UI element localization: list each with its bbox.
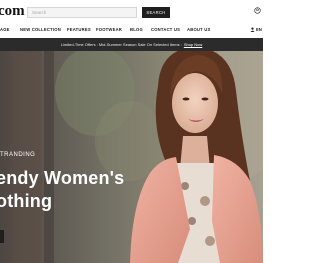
hero-image	[0, 51, 263, 263]
hero-shop-button[interactable]	[0, 230, 4, 243]
nav-account-label[interactable]: EN	[256, 27, 262, 32]
announcement-bar: Limited-Time Offers : Mid-Summer Season …	[0, 38, 263, 51]
main-nav: AGE NEW COLLECTION FEATURES FOOTWEAR BLO…	[0, 24, 263, 35]
hero-tagline: TRANDING	[0, 152, 36, 158]
hero-title-line1: endy Women's	[0, 168, 125, 188]
hero-banner: TRANDING endy Women's othing	[0, 51, 263, 263]
nav-item-age[interactable]: AGE	[0, 27, 10, 32]
hero-title-line2: othing	[0, 191, 53, 211]
nav-item-about-us[interactable]: ABOUT US	[187, 27, 210, 32]
search-input[interactable]	[27, 7, 137, 18]
nav-item-footwear[interactable]: FOOTWEAR	[96, 27, 122, 32]
account-icon[interactable]	[254, 7, 261, 14]
nav-item-features[interactable]: FEATURES	[67, 27, 91, 32]
site-header: com SEARCH	[0, 0, 263, 22]
nav-item-blog[interactable]: BLOG	[130, 27, 143, 32]
shop-now-link[interactable]: Shop Now	[184, 42, 202, 47]
nav-item-contact-us[interactable]: CONTACT US	[151, 27, 180, 32]
search-button[interactable]: SEARCH	[142, 7, 170, 18]
nav-item-new-collection[interactable]: NEW COLLECTION	[20, 27, 61, 32]
site-logo[interactable]: com	[0, 4, 25, 19]
user-icon[interactable]	[250, 27, 255, 32]
announcement-text: Limited-Time Offers : Mid-Summer Season …	[60, 42, 182, 47]
